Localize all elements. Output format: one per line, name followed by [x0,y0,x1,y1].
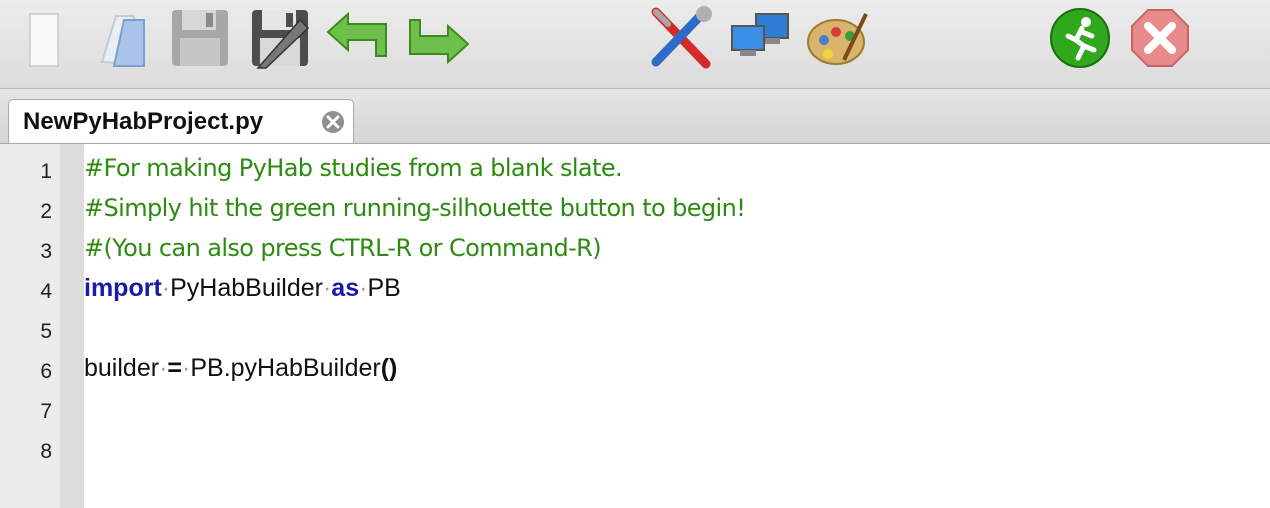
call-parens: () [380,354,398,382]
line-number: 6 [40,360,52,383]
toolbar [0,0,1270,89]
line-number: 2 [40,200,52,223]
run-button[interactable] [1048,6,1112,70]
open-folder-button[interactable] [88,6,152,70]
module-name: PyHabBuilder [170,274,323,302]
variable-name: builder [84,354,160,382]
assign-operator: = [167,354,182,382]
line-number: 1 [40,160,52,183]
palette-button[interactable] [806,6,870,70]
new-file-button[interactable] [10,6,74,70]
tab-label: NewPyHabProject.py [23,108,264,135]
undo-arrow-icon [326,11,387,57]
tab-close-button[interactable] [321,110,345,134]
folder-icon [100,15,145,67]
stop-x-icon [1131,9,1189,67]
undo-button[interactable] [326,6,390,70]
new-file-icon [29,13,59,67]
code-line-4: import·PyHabBuilder·as·PB [84,274,401,302]
save-as-button[interactable] [248,6,312,70]
line-number: 7 [40,400,52,423]
code-editor[interactable]: 1 2 3 4 5 6 7 8 #For making PyHab studie… [0,144,1270,508]
monitors-icon [731,13,789,56]
module-alias: PB [367,274,401,302]
code-line-2: #Simply hit the green running-silhouette… [84,194,746,222]
line-number: 4 [40,280,52,303]
line-number: 5 [40,320,52,343]
close-icon [322,111,344,133]
stop-button[interactable] [1128,6,1192,70]
redo-button[interactable] [406,6,470,70]
running-man-icon [1050,8,1110,68]
redo-arrow-icon [409,19,470,65]
monitors-button[interactable] [728,6,792,70]
palette-icon [807,13,868,65]
floppy-disk-icon [172,10,228,66]
code-line-3: #(You can also press CTRL-R or Command-R… [84,234,602,262]
tools-button[interactable] [648,6,712,70]
line-number-gutter: 1 2 3 4 5 6 7 8 [0,144,84,508]
keyword-as: as [331,274,360,302]
code-line-1: #For making PyHab studies from a blank s… [84,154,623,182]
save-button[interactable] [168,6,232,70]
tab-bar: NewPyHabProject.py [0,89,1270,144]
line-number: 3 [40,240,52,263]
tab-newpyhabproject[interactable]: NewPyHabProject.py [8,99,354,143]
call-object: PB [190,354,224,382]
keyword-import: import [84,274,162,302]
line-number: 8 [40,440,52,463]
code-line-6: builder·=·PB.pyHabBuilder() [84,354,398,382]
call-method: .pyHabBuilder [223,354,381,382]
floppy-pencil-icon [252,10,310,69]
fold-margin [60,144,84,508]
wrench-screwdriver-icon [651,6,712,69]
